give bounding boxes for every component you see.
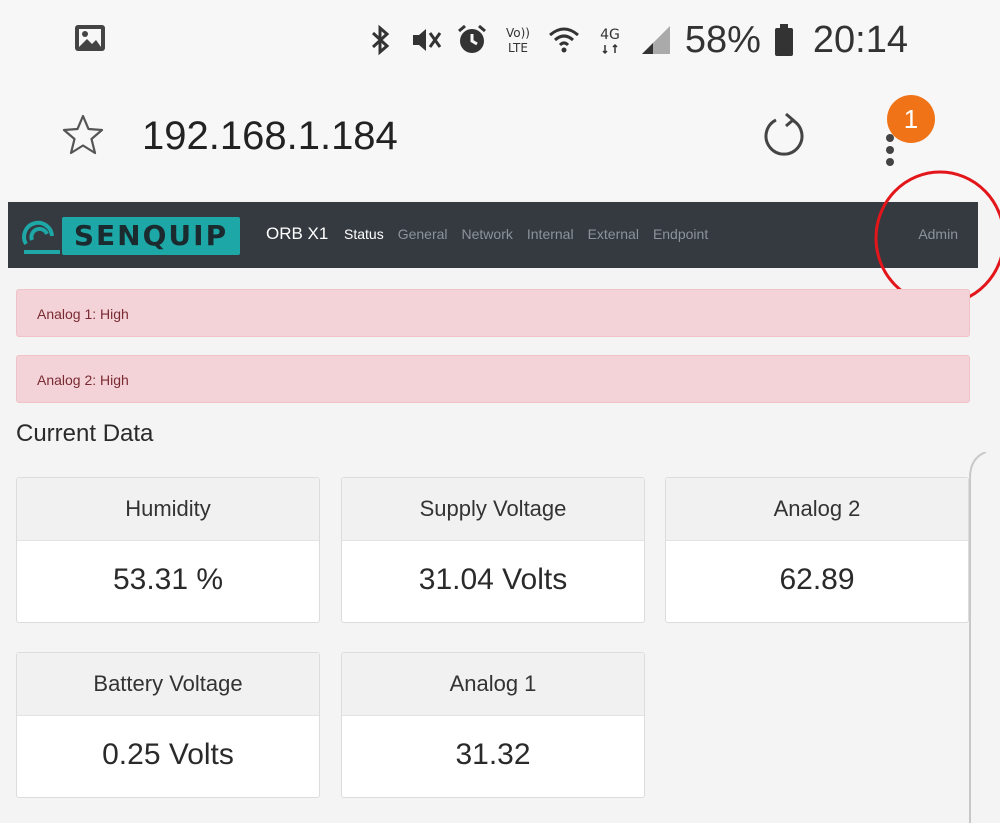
nav-link-endpoint[interactable]: Endpoint [653, 226, 708, 242]
nav-link-status[interactable]: Status [344, 226, 384, 242]
card-value: 53.31 % [112, 563, 224, 596]
svg-text:Vo)): Vo)) [506, 26, 530, 40]
battery-icon [774, 24, 793, 56]
card-label: Analog 2 [666, 478, 968, 541]
section-title: Current Data [16, 420, 154, 447]
status-bar: Vo)) LTE 4G 58% 20:14 [0, 0, 1000, 82]
alert-analog-1: Analog 1: High [16, 289, 970, 337]
browser-address-bar: 192.168.1.184 1 [0, 82, 1000, 200]
data-card-humidity: Humidity 53.31 % [16, 477, 320, 623]
status-icons: Vo)) LTE 4G 58% 20:14 [363, 18, 908, 62]
data-card-battery-voltage: Battery Voltage 0.25 Volts [16, 652, 320, 798]
device-name[interactable]: ORB X1 [266, 224, 328, 244]
data-card-supply-voltage: Supply Voltage 31.04 Volts [341, 477, 645, 623]
nav-link-network[interactable]: Network [462, 226, 513, 242]
data-card-analog-1: Analog 1 31.32 [341, 652, 645, 798]
senquip-symbol-icon [22, 220, 60, 254]
card-value: 31.32 [455, 738, 531, 771]
nav-links: Status General Network Internal External… [344, 226, 708, 242]
card-label: Humidity [17, 478, 319, 541]
card-value: 62.89 [779, 563, 855, 596]
app-navbar: SENQUIP ORB X1 Status General Network In… [8, 202, 978, 268]
alert-analog-2: Analog 2: High [16, 355, 970, 403]
data-card-analog-2: Analog 2 62.89 [665, 477, 969, 623]
logo-wordmark-box: SENQUIP [62, 217, 240, 255]
notification-badge: 1 [887, 95, 935, 143]
svg-text:LTE: LTE [508, 41, 528, 55]
card-value: 0.25 Volts [102, 738, 234, 771]
clock-time: 20:14 [812, 19, 908, 61]
image-icon [75, 25, 105, 51]
4g-icon: 4G [600, 27, 620, 55]
bookmark-star-icon[interactable] [60, 112, 106, 158]
url-text[interactable]: 192.168.1.184 [142, 110, 398, 162]
svg-text:4G: 4G [600, 27, 620, 43]
signal-icon [641, 26, 670, 54]
volte-icon: Vo)) LTE [506, 26, 530, 55]
nav-link-general[interactable]: General [398, 226, 448, 242]
nav-link-internal[interactable]: Internal [527, 226, 574, 242]
wifi-icon [548, 27, 579, 53]
nav-link-external[interactable]: External [588, 226, 639, 242]
bluetooth-icon [371, 24, 390, 56]
alarm-icon [457, 24, 486, 53]
battery-percent: 58% [684, 19, 761, 61]
reload-icon[interactable] [758, 110, 810, 162]
card-label: Supply Voltage [342, 478, 644, 541]
logo-wordmark: SENQUIP [73, 219, 229, 252]
senquip-logo[interactable]: SENQUIP [20, 214, 242, 258]
card-value: 31.04 Volts [418, 563, 568, 596]
mute-icon [412, 29, 442, 51]
card-label: Analog 1 [342, 653, 644, 716]
nav-link-admin[interactable]: Admin [918, 226, 958, 242]
page-edge-curve [969, 452, 987, 823]
card-label: Battery Voltage [17, 653, 319, 716]
